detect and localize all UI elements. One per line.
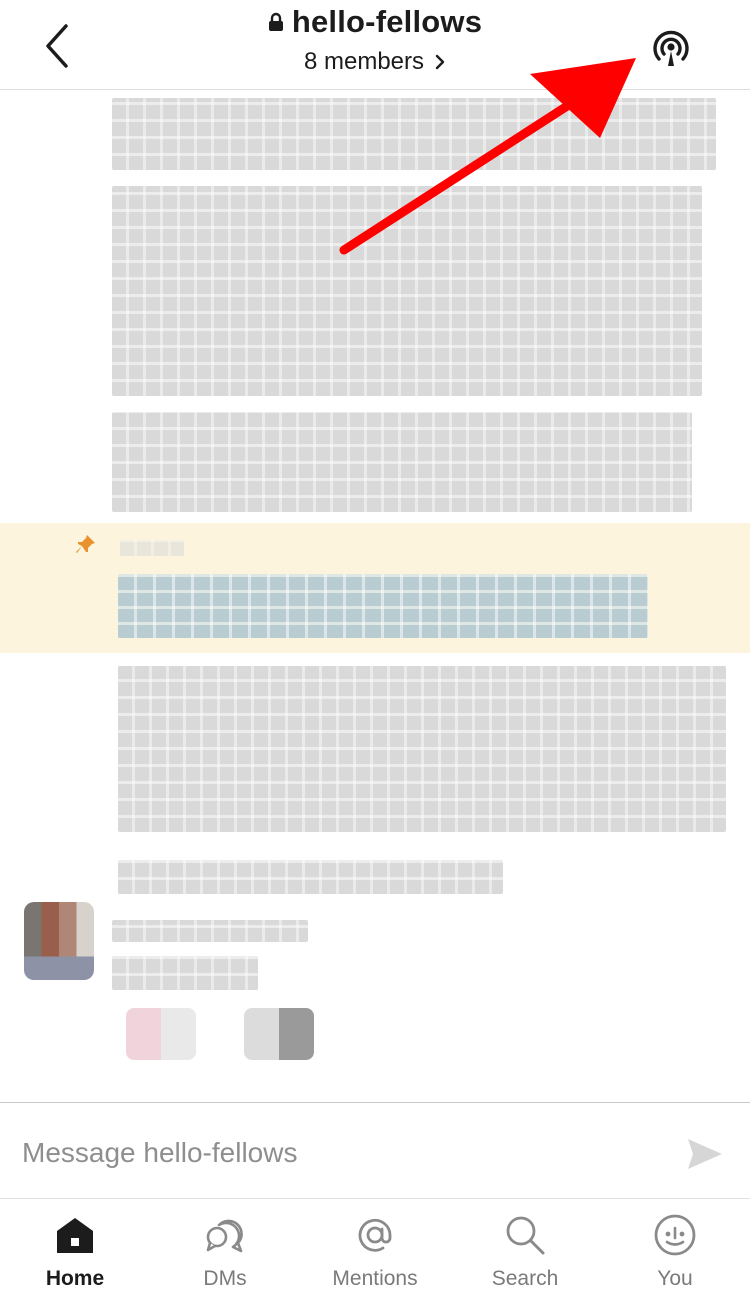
tab-home[interactable]: Home [0, 1199, 150, 1296]
tab-label: DMs [203, 1267, 247, 1290]
redacted-message-text [112, 98, 716, 170]
message-list[interactable] [0, 90, 750, 1100]
tab-dms[interactable]: DMs [150, 1199, 300, 1296]
channel-name: hello-fellows [291, 4, 483, 39]
tab-label: You [657, 1267, 693, 1290]
redacted-message-text [112, 956, 258, 990]
bottom-tab-bar: Home DMs Mentions Search You [0, 1198, 750, 1296]
channel-header: hello-fellows 8 members [0, 0, 750, 90]
tab-you[interactable]: You [600, 1199, 750, 1296]
you-smiley-icon [654, 1214, 696, 1256]
members-link[interactable]: 8 members [150, 42, 600, 82]
lock-icon [268, 12, 283, 31]
pin-icon [76, 535, 95, 553]
reaction-pill[interactable] [126, 1008, 196, 1060]
tab-mentions[interactable]: Mentions [300, 1199, 450, 1296]
message-input[interactable] [22, 1131, 662, 1175]
redacted-sender-name[interactable] [112, 920, 308, 942]
redacted-pinned-sender [120, 540, 184, 556]
redacted-pinned-link[interactable] [118, 574, 648, 638]
tab-label: Mentions [332, 1267, 418, 1290]
tab-label: Home [45, 1267, 105, 1290]
chevron-right-icon [435, 54, 445, 70]
at-mention-icon [358, 1218, 392, 1252]
search-icon [506, 1216, 545, 1255]
dms-icon [206, 1219, 243, 1253]
send-button[interactable] [684, 1133, 726, 1175]
redacted-message-text [118, 666, 726, 832]
reaction-pill[interactable] [244, 1008, 314, 1060]
redacted-message-text [118, 860, 503, 894]
huddle-button[interactable] [648, 26, 694, 72]
redacted-message-text [112, 186, 702, 396]
send-icon [688, 1139, 722, 1169]
headphones-huddle-icon [653, 30, 689, 66]
back-button[interactable] [36, 20, 80, 72]
members-count: 8 members [303, 48, 425, 75]
chevron-left-icon [46, 24, 68, 68]
message-composer [0, 1102, 750, 1198]
redacted-message-text [112, 412, 692, 512]
tab-label: Search [491, 1267, 559, 1290]
channel-title-block[interactable]: hello-fellows 8 members [150, 0, 600, 82]
home-icon [57, 1218, 93, 1253]
avatar[interactable] [24, 902, 94, 980]
tab-search[interactable]: Search [450, 1199, 600, 1296]
